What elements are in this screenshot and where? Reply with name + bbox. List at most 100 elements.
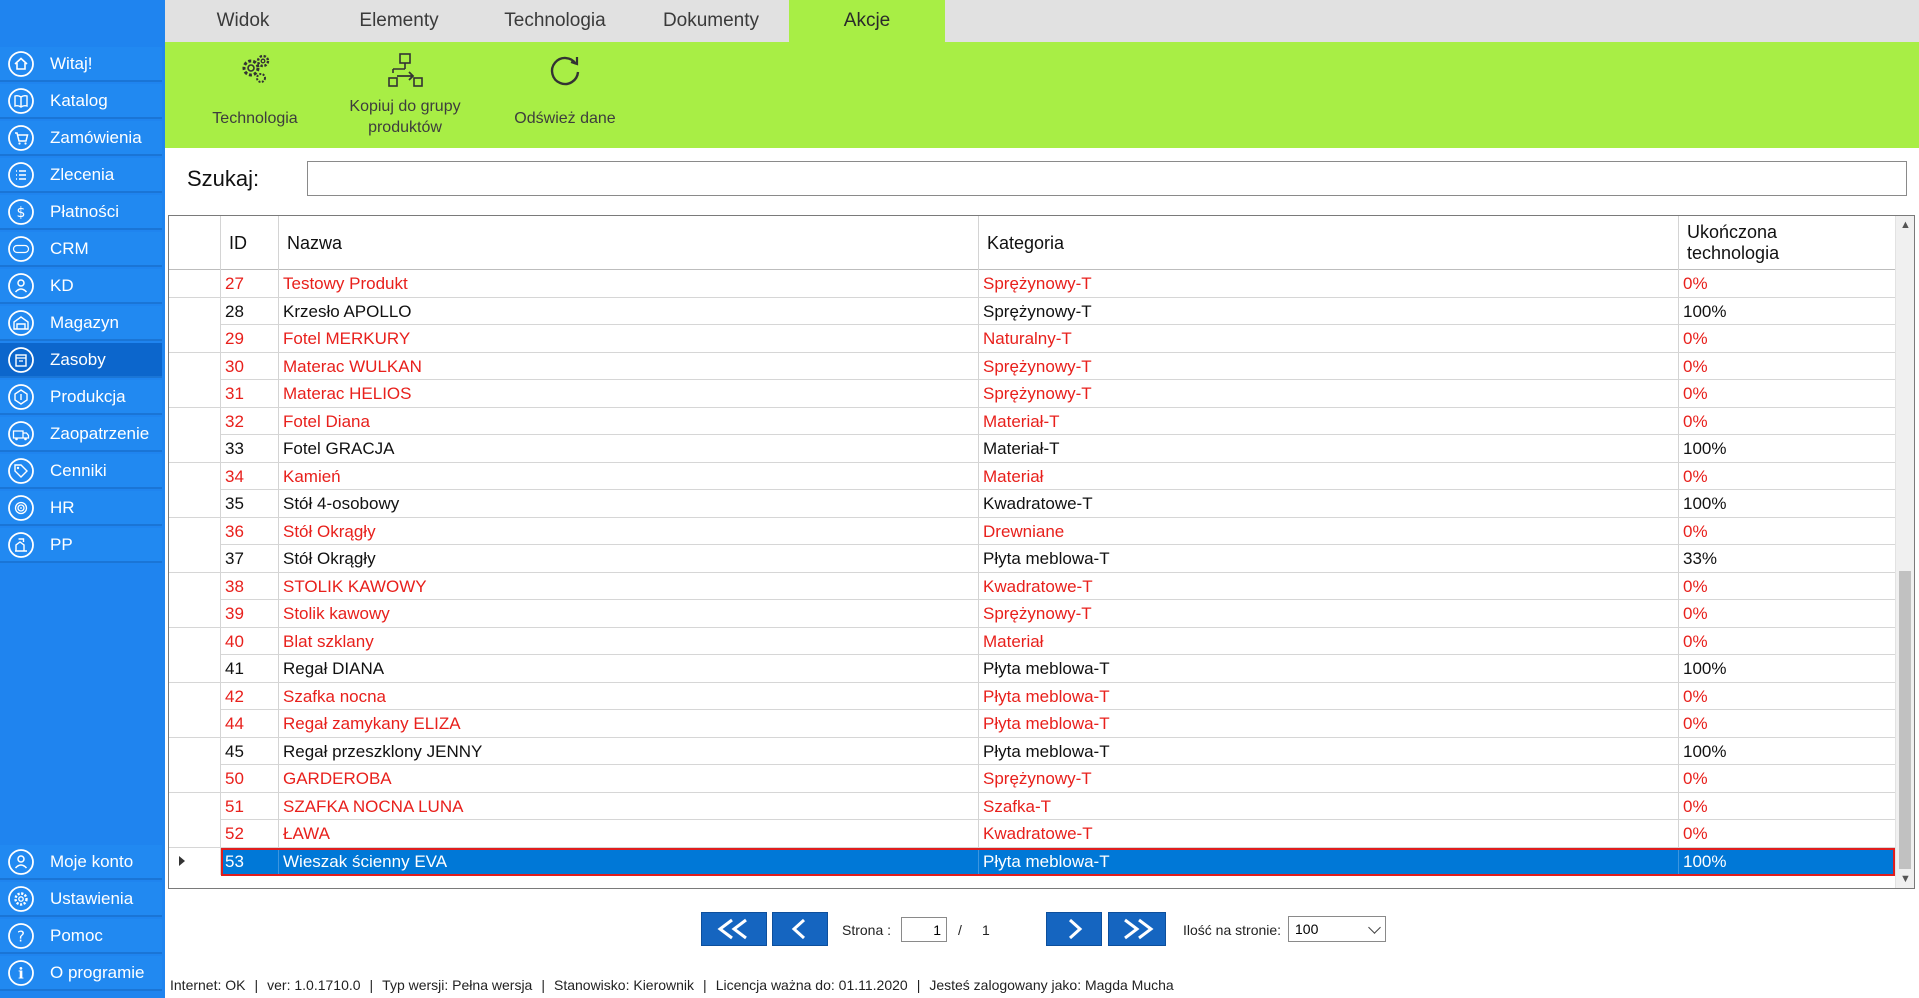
cell-id[interactable]: 30 [221,352,279,380]
sidebar-item-crm[interactable]: CRM [0,232,162,267]
header-ukonczona-technologia[interactable]: Ukończona technologia [1679,216,1895,270]
scroll-down-icon[interactable]: ▼ [1896,870,1914,888]
sidebar-item-o-programie[interactable]: i O programie [0,956,162,991]
sidebar-item-kd[interactable]: KD [0,269,162,304]
table-row[interactable]: 51 SZAFKA NOCNA LUNA Szafka-T 0% [169,792,1895,820]
cell-nazwa[interactable]: Materac WULKAN [279,352,979,380]
cell-nazwa[interactable]: Materac HELIOS [279,380,979,407]
last-page-button[interactable] [1108,912,1166,946]
cell-nazwa[interactable]: Kamień [279,462,979,490]
row-selector[interactable] [169,352,221,380]
sidebar-item-katalog[interactable]: Katalog [0,84,162,119]
sidebar-item-pomoc[interactable]: ? Pomoc [0,919,162,954]
cell-id[interactable]: 38 [221,572,279,600]
table-row-selected[interactable]: 53 Wieszak ścienny EVA Płyta meblowa-T 100% [169,847,1895,876]
cell-ukonczona-technologia[interactable]: 0% [1679,463,1895,490]
cell-nazwa[interactable]: Szafka nocna [279,682,979,710]
table-row[interactable]: 35 Stół 4-osobowy Kwadratowe-T 100% [169,490,1895,518]
table-row[interactable]: 37 Stół Okrągły Płyta meblowa-T 33% [169,545,1895,573]
row-selector[interactable] [169,627,221,655]
odswiez-dane-button[interactable]: Odśwież dane [495,42,635,148]
cell-id[interactable]: 32 [221,407,279,435]
cell-nazwa[interactable]: Regał DIANA [279,655,979,682]
row-selector[interactable] [169,270,221,297]
cell-id[interactable]: 42 [221,682,279,710]
previous-page-button[interactable] [772,912,828,946]
cell-id[interactable]: 34 [221,462,279,490]
cell-ukonczona-technologia[interactable]: 100% [1679,738,1895,765]
cell-ukonczona-technologia[interactable]: 0% [1679,518,1895,545]
row-selector[interactable] [169,655,221,682]
table-row[interactable]: 29 Fotel MERKURY Naturalny-T 0% [169,325,1895,353]
tab-akcje[interactable]: Akcje [789,0,945,42]
vertical-scrollbar[interactable]: ▲ ▼ [1895,216,1914,888]
cell-id[interactable]: 52 [221,820,279,847]
cell-kategoria[interactable]: Kwadratowe-T [979,572,1679,600]
cell-kategoria[interactable]: Naturalny-T [979,325,1679,352]
table-row[interactable]: 52 ŁAWA Kwadratowe-T 0% [169,820,1895,848]
cell-kategoria[interactable]: Płyta meblowa-T [979,545,1679,572]
sidebar-item-pp[interactable]: PP [0,528,162,563]
cell-id[interactable]: 41 [221,655,279,682]
cell-kategoria[interactable]: Płyta meblowa-T [979,655,1679,682]
cell-nazwa[interactable]: Stół Okrągły [279,517,979,545]
row-selector[interactable] [169,490,221,517]
row-selector[interactable] [169,572,221,600]
row-selector[interactable] [169,407,221,435]
cell-ukonczona-technologia[interactable]: 0% [1679,683,1895,710]
cell-ukonczona-technologia[interactable]: 0% [1679,408,1895,435]
cell-kategoria[interactable]: Sprężynowy-T [979,765,1679,792]
sidebar-item-magazyn[interactable]: Magazyn [0,306,162,341]
cell-ukonczona-technologia[interactable]: 0% [1679,380,1895,407]
cell-ukonczona-technologia[interactable]: 0% [1679,600,1895,627]
cell-id[interactable]: 53 [221,847,279,875]
scroll-up-icon[interactable]: ▲ [1896,216,1914,234]
tab-dokumenty[interactable]: Dokumenty [633,0,789,42]
cell-kategoria[interactable]: Sprężynowy-T [979,600,1679,627]
tab-technologia[interactable]: Technologia [477,0,633,42]
row-selector[interactable] [169,325,221,352]
sidebar-item-moje-konto[interactable]: Moje konto [0,845,162,880]
row-selector[interactable] [169,792,221,820]
cell-ukonczona-technologia[interactable]: 100% [1679,490,1895,517]
row-selector[interactable] [169,517,221,545]
cell-kategoria[interactable]: Sprężynowy-T [979,352,1679,380]
cell-nazwa[interactable]: Stolik kawowy [279,600,979,627]
cell-kategoria[interactable]: Materiał [979,627,1679,655]
tab-widok[interactable]: Widok [165,0,321,42]
cell-id[interactable]: 35 [221,490,279,517]
cell-kategoria[interactable]: Sprężynowy-T [979,270,1679,297]
sidebar-item-witaj[interactable]: Witaj! [0,47,162,82]
row-selector[interactable] [169,737,221,765]
cell-nazwa[interactable]: Krzesło APOLLO [279,297,979,325]
tab-elementy[interactable]: Elementy [321,0,477,42]
row-selector[interactable] [169,847,221,875]
table-row[interactable]: 40 Blat szklany Materiał 0% [169,627,1895,655]
cell-kategoria[interactable]: Płyta meblowa-T [979,847,1679,875]
kopiuj-do-grupy-button[interactable]: Kopiuj do grupy produktów [330,42,480,148]
cell-nazwa[interactable]: Testowy Produkt [279,270,979,297]
cell-nazwa[interactable]: GARDEROBA [279,765,979,792]
table-row[interactable]: 45 Regał przeszklony JENNY Płyta meblowa-T… [169,737,1895,765]
table-row[interactable]: 33 Fotel GRACJA Materiał-T 100% [169,435,1895,463]
sidebar-item-cenniki[interactable]: Cenniki [0,454,162,489]
table-row[interactable]: 41 Regał DIANA Płyta meblowa-T 100% [169,655,1895,683]
cell-ukonczona-technologia[interactable]: 0% [1679,325,1895,352]
cell-id[interactable]: 31 [221,380,279,407]
page-number-input[interactable] [901,917,947,942]
sidebar-item-zasoby[interactable]: Zasoby [0,343,162,378]
cell-nazwa[interactable]: Wieszak ścienny EVA [279,847,979,875]
sidebar-item-ustawienia[interactable]: Ustawienia [0,882,162,917]
cell-ukonczona-technologia[interactable]: 0% [1679,270,1895,297]
table-row[interactable]: 36 Stół Okrągły Drewniane 0% [169,517,1895,545]
cell-kategoria[interactable]: Kwadratowe-T [979,490,1679,517]
cell-ukonczona-technologia[interactable]: 100% [1679,655,1895,682]
cell-nazwa[interactable]: Regał przeszklony JENNY [279,737,979,765]
cell-kategoria[interactable]: Materiał [979,462,1679,490]
table-row[interactable]: 31 Materac HELIOS Sprężynowy-T 0% [169,380,1895,408]
cell-ukonczona-technologia[interactable]: 33% [1679,545,1895,572]
table-row[interactable]: 44 Regał zamykany ELIZA Płyta meblowa-T 0% [169,710,1895,738]
cell-nazwa[interactable]: Fotel MERKURY [279,325,979,352]
technologia-button[interactable]: Technologia [195,42,315,148]
scroll-thumb[interactable] [1899,571,1911,869]
